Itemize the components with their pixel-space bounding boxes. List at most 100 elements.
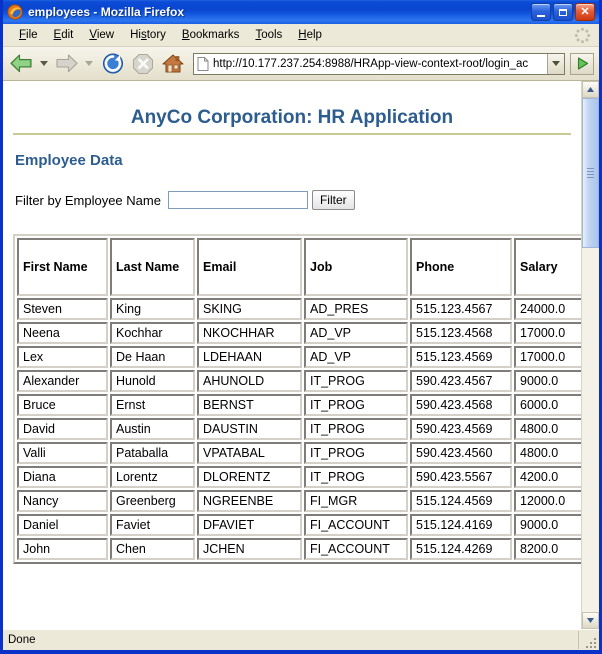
- filter-button[interactable]: Filter: [312, 190, 355, 210]
- chevron-down-icon: [587, 618, 594, 623]
- cell-first-name: David: [17, 418, 108, 440]
- scrollbar-track[interactable]: [582, 98, 599, 612]
- address-bar[interactable]: [193, 53, 565, 75]
- cell-email: LDEHAAN: [197, 346, 302, 368]
- status-divider: [578, 631, 579, 649]
- cell-last-name: Lorentz: [110, 466, 195, 488]
- title-divider: [13, 133, 571, 135]
- cell-job: IT_PROG: [304, 442, 408, 464]
- table-row: BruceErnstBERNSTIT_PROG590.423.45686000.…: [17, 394, 581, 416]
- title-bar: employees - Mozilla Firefox ✕: [3, 0, 599, 24]
- cell-last-name: Chen: [110, 538, 195, 560]
- home-button[interactable]: [160, 51, 186, 76]
- menu-view[interactable]: View: [81, 27, 122, 43]
- cell-phone: 590.423.4569: [410, 418, 512, 440]
- forward-button: [53, 51, 80, 76]
- activity-throbber-icon: [574, 27, 591, 44]
- cell-email: JCHEN: [197, 538, 302, 560]
- cell-first-name: Neena: [17, 322, 108, 344]
- cell-email: BERNST: [197, 394, 302, 416]
- menu-history[interactable]: History: [122, 27, 174, 43]
- cell-email: NKOCHHAR: [197, 322, 302, 344]
- menu-bookmarks[interactable]: Bookmarks: [174, 27, 248, 43]
- table-header-row: First NameLast NameEmailJobPhoneSalary: [17, 238, 581, 296]
- table-row: DianaLorentzDLORENTZIT_PROG590.423.55674…: [17, 466, 581, 488]
- go-button[interactable]: [570, 53, 594, 75]
- column-header-last-name: Last Name: [110, 238, 195, 296]
- cell-phone: 515.124.4169: [410, 514, 512, 536]
- table-row: AlexanderHunoldAHUNOLDIT_PROG590.423.456…: [17, 370, 581, 392]
- back-button[interactable]: [8, 51, 35, 76]
- browser-window: employees - Mozilla Firefox ✕ File Edit …: [0, 0, 602, 654]
- address-input[interactable]: [211, 54, 547, 74]
- back-dropdown-icon[interactable]: [40, 61, 48, 66]
- cell-phone: 515.123.4567: [410, 298, 512, 320]
- cell-salary: 4200.0: [514, 466, 581, 488]
- menu-bar: File Edit View History Bookmarks Tools H…: [3, 24, 599, 47]
- maximize-button[interactable]: [553, 3, 573, 21]
- forward-icon: [53, 51, 80, 76]
- cell-job: IT_PROG: [304, 370, 408, 392]
- menu-edit[interactable]: Edit: [46, 27, 82, 43]
- cell-email: DLORENTZ: [197, 466, 302, 488]
- cell-first-name: Nancy: [17, 490, 108, 512]
- cell-first-name: John: [17, 538, 108, 560]
- minimize-button[interactable]: [531, 3, 551, 21]
- cell-last-name: Ernst: [110, 394, 195, 416]
- cell-first-name: Lex: [17, 346, 108, 368]
- address-dropdown-button[interactable]: [547, 54, 564, 74]
- cell-first-name: Daniel: [17, 514, 108, 536]
- employee-name-filter-input[interactable]: [168, 191, 308, 209]
- cell-email: DFAVIET: [197, 514, 302, 536]
- cell-phone: 515.123.4568: [410, 322, 512, 344]
- filter-row: Filter by Employee Name Filter: [15, 190, 571, 210]
- cell-email: NGREENBE: [197, 490, 302, 512]
- menu-file[interactable]: File: [11, 27, 46, 43]
- table-row: DavidAustinDAUSTINIT_PROG590.423.4569480…: [17, 418, 581, 440]
- table-row: JohnChenJCHENFI_ACCOUNT515.124.42698200.…: [17, 538, 581, 560]
- reload-icon: [100, 51, 126, 76]
- web-page: AnyCo Corporation: HR Application Employ…: [3, 81, 581, 629]
- column-header-phone: Phone: [410, 238, 512, 296]
- table-body: StevenKingSKINGAD_PRES515.123.456724000.…: [17, 298, 581, 560]
- menu-help[interactable]: Help: [290, 27, 330, 43]
- cell-phone: 515.124.4569: [410, 490, 512, 512]
- cell-email: SKING: [197, 298, 302, 320]
- cell-email: DAUSTIN: [197, 418, 302, 440]
- cell-salary: 9000.0: [514, 514, 581, 536]
- chevron-up-icon: [587, 87, 594, 92]
- reload-button[interactable]: [100, 51, 126, 76]
- cell-salary: 4800.0: [514, 418, 581, 440]
- stop-button: [130, 51, 156, 76]
- table-row: NeenaKochharNKOCHHARAD_VP515.123.4568170…: [17, 322, 581, 344]
- table-row: LexDe HaanLDEHAANAD_VP515.123.456917000.…: [17, 346, 581, 368]
- cell-job: IT_PROG: [304, 418, 408, 440]
- cell-email: AHUNOLD: [197, 370, 302, 392]
- scrollbar-grip-icon: [587, 166, 594, 180]
- firefox-icon: [7, 4, 23, 20]
- scrollbar-thumb[interactable]: [582, 98, 599, 248]
- cell-first-name: Alexander: [17, 370, 108, 392]
- menu-tools[interactable]: Tools: [247, 27, 290, 43]
- status-text: Done: [8, 634, 36, 646]
- cell-salary: 17000.0: [514, 346, 581, 368]
- cell-salary: 6000.0: [514, 394, 581, 416]
- column-header-salary: Salary: [514, 238, 581, 296]
- window-title: employees - Mozilla Firefox: [28, 5, 531, 19]
- cell-first-name: Steven: [17, 298, 108, 320]
- cell-email: VPATABAL: [197, 442, 302, 464]
- cell-salary: 12000.0: [514, 490, 581, 512]
- back-icon: [8, 51, 35, 76]
- scroll-down-button[interactable]: [582, 612, 599, 629]
- column-header-job: Job: [304, 238, 408, 296]
- scroll-up-button[interactable]: [582, 81, 599, 98]
- cell-phone: 590.423.4568: [410, 394, 512, 416]
- table-row: StevenKingSKINGAD_PRES515.123.456724000.…: [17, 298, 581, 320]
- resize-grip-icon[interactable]: [583, 635, 597, 649]
- table-row: DanielFavietDFAVIETFI_ACCOUNT515.124.416…: [17, 514, 581, 536]
- cell-job: FI_ACCOUNT: [304, 514, 408, 536]
- page-scrollbar[interactable]: [581, 81, 599, 629]
- cell-last-name: Faviet: [110, 514, 195, 536]
- table-row: ValliPataballaVPATABALIT_PROG590.423.456…: [17, 442, 581, 464]
- close-button[interactable]: ✕: [575, 3, 595, 21]
